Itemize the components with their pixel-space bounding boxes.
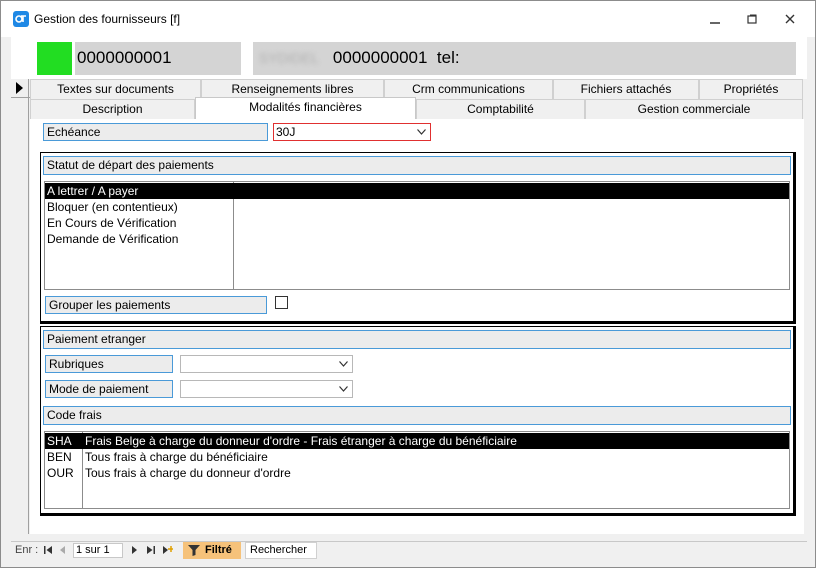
tab-comptabilite[interactable]: Comptabilité	[416, 99, 585, 119]
chevron-down-icon[interactable]	[336, 382, 351, 396]
window-title: Gestion des fournisseurs [f]	[34, 12, 181, 26]
supplier-name-code: 0000000001	[332, 48, 428, 67]
paiement-etranger-frame: Paiement etranger Rubriques Mode de paie…	[40, 326, 796, 516]
mode-paiement-label: Mode de paiement	[45, 380, 173, 398]
echeance-select[interactable]: 30J	[273, 123, 431, 141]
code-frais-desc: Frais Belge à charge du donneur d'ordre …	[85, 434, 517, 448]
table-row[interactable]: BEN Tous frais à charge du bénéficiaire	[45, 449, 789, 465]
supplier-code-field: 0000000001	[75, 42, 241, 75]
rubriques-select[interactable]	[180, 355, 353, 373]
last-record-icon[interactable]	[145, 544, 157, 557]
close-button[interactable]	[776, 7, 804, 31]
first-record-icon[interactable]	[43, 544, 55, 557]
tab-modalites-financieres[interactable]: Modalités financières	[195, 97, 416, 120]
statut-title: Statut de départ des paiements	[43, 156, 791, 175]
supplier-code: 0000000001	[77, 48, 172, 67]
tel-label: tel:	[436, 48, 460, 67]
code-frais-desc: Tous frais à charge du donneur d'ordre	[85, 466, 291, 480]
new-record-icon[interactable]	[161, 544, 173, 557]
tab-description[interactable]: Description	[30, 99, 195, 119]
previous-record-icon[interactable]	[58, 544, 70, 557]
record-label: Enr :	[15, 544, 39, 556]
next-record-icon[interactable]	[129, 544, 141, 557]
list-item[interactable]: En Cours de Vérification	[45, 215, 789, 231]
code-frais-title: Code frais	[43, 406, 791, 425]
code-frais-code: OUR	[47, 466, 74, 480]
supplier-window: Gestion des fournisseurs [f] 0000000001 …	[0, 0, 816, 568]
paiement-etranger-title: Paiement etranger	[43, 330, 791, 349]
code-frais-code: SHA	[47, 434, 72, 448]
list-item[interactable]: A lettrer / A payer	[45, 183, 789, 199]
statut-list[interactable]: A lettrer / A payer Bloquer (en contenti…	[44, 181, 790, 290]
rubriques-label: Rubriques	[45, 355, 173, 373]
record-navigation: Enr : 1 sur 1 Filtré Rechercher	[11, 541, 807, 559]
record-position-input[interactable]: 1 sur 1	[73, 543, 123, 558]
supplier-header: 0000000001 SYDIDEL 0000000001 tel:	[11, 37, 807, 79]
list-item[interactable]: Bloquer (en contentieux)	[45, 199, 789, 215]
code-frais-list[interactable]: SHA Frais Belge à charge du donneur d'or…	[44, 431, 790, 509]
minimize-button[interactable]	[701, 7, 729, 31]
table-row[interactable]: OUR Tous frais à charge du donneur d'ord…	[45, 465, 789, 481]
code-frais-desc: Tous frais à charge du bénéficiaire	[85, 450, 268, 464]
mode-paiement-select[interactable]	[180, 380, 353, 398]
search-label: Rechercher	[250, 544, 307, 556]
filter-toggle-button[interactable]: Filtré	[183, 542, 241, 559]
redacted-name: SYDIDEL	[259, 50, 319, 66]
chevron-down-icon[interactable]	[414, 125, 429, 139]
app-icon	[13, 11, 29, 27]
tab-renseignements-libres[interactable]: Renseignements libres	[201, 79, 384, 99]
search-input[interactable]: Rechercher	[245, 542, 317, 559]
title-bar: Gestion des fournisseurs [f]	[1, 1, 815, 37]
tab-proprietes[interactable]: Propriétés	[699, 79, 803, 99]
divider	[11, 97, 30, 98]
grouper-checkbox[interactable]	[275, 296, 288, 309]
table-row[interactable]: SHA Frais Belge à charge du donneur d'or…	[45, 433, 789, 449]
tab-crm-communications[interactable]: Crm communications	[384, 79, 553, 99]
supplier-name-field: SYDIDEL 0000000001 tel:	[253, 42, 796, 75]
echeance-value: 30J	[276, 125, 296, 139]
code-frais-code: BEN	[47, 450, 72, 464]
list-item[interactable]: Demande de Vérification	[45, 231, 789, 247]
current-record-arrow-icon	[16, 82, 23, 94]
tab-fichiers-attaches[interactable]: Fichiers attachés	[553, 79, 699, 99]
echeance-label: Echéance	[43, 123, 268, 141]
grouper-label: Grouper les paiements	[45, 296, 267, 314]
tab-content-modalites: Echéance 30J Statut de départ des paieme…	[30, 119, 804, 534]
filter-label: Filtré	[205, 544, 232, 556]
tab-gestion-commerciale[interactable]: Gestion commerciale	[585, 99, 803, 119]
statut-frame: Statut de départ des paiements A lettrer…	[40, 152, 796, 324]
record-position: 1 sur 1	[76, 544, 110, 556]
status-indicator	[37, 42, 72, 75]
chevron-down-icon[interactable]	[336, 357, 351, 371]
restore-button[interactable]	[738, 7, 766, 31]
tab-textes-sur-documents[interactable]: Textes sur documents	[30, 79, 201, 99]
funnel-icon	[188, 545, 200, 556]
record-selector[interactable]	[11, 79, 29, 534]
